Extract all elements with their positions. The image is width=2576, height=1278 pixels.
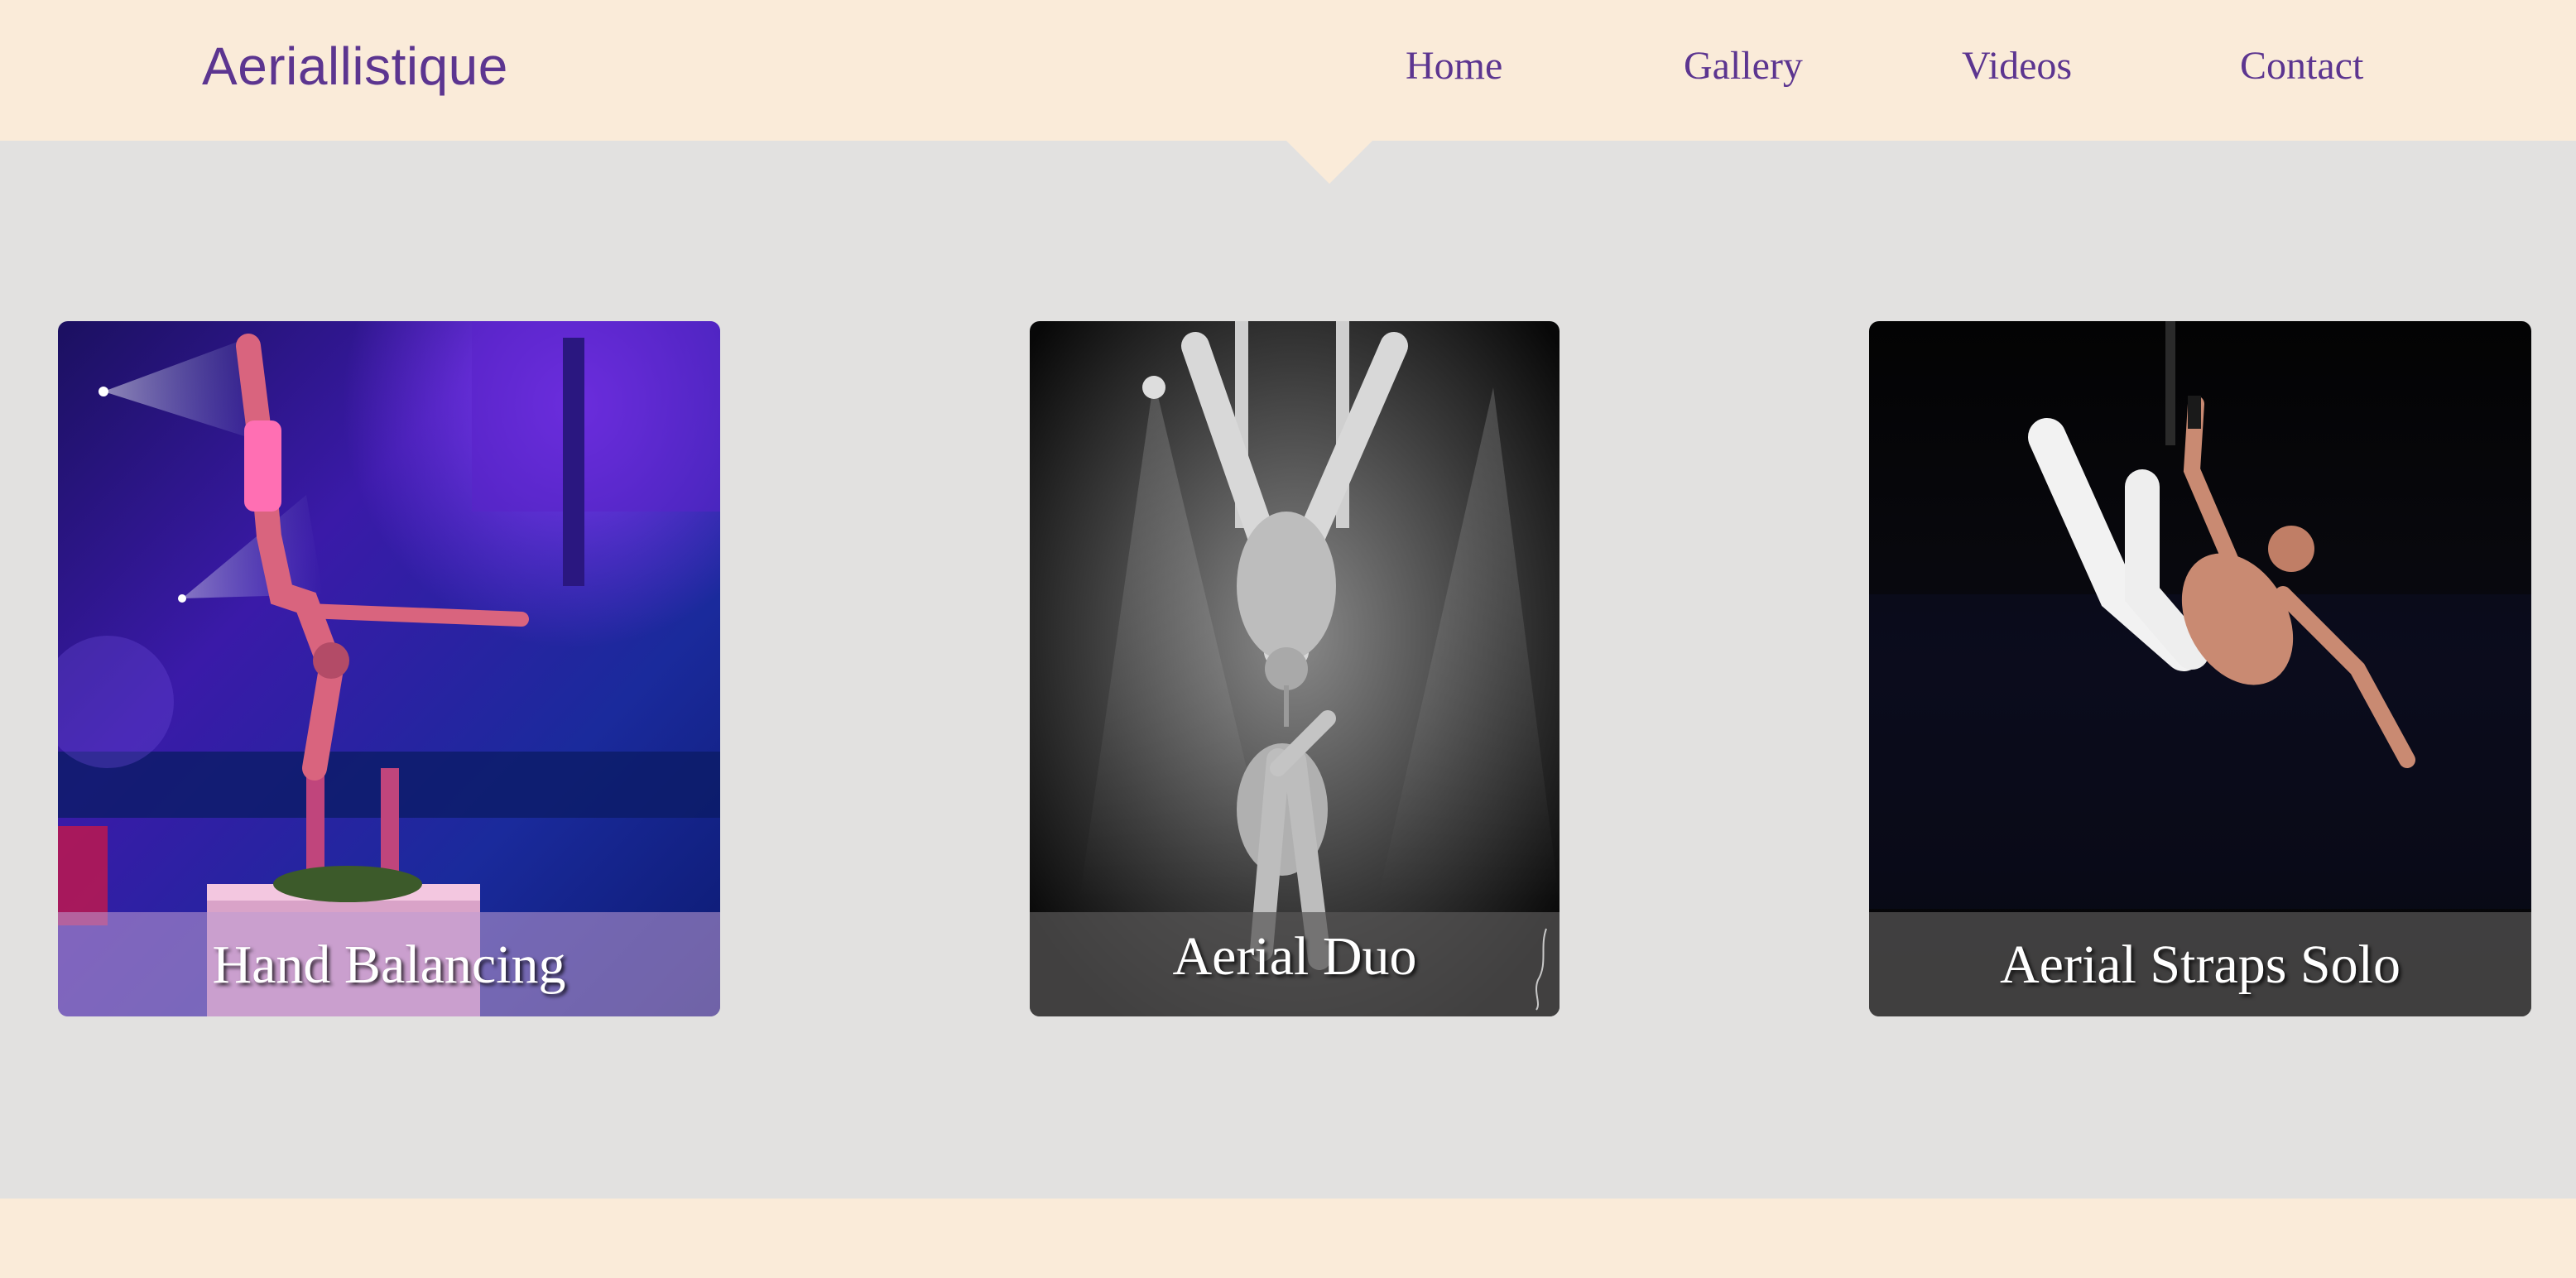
active-nav-pointer [1286,141,1372,184]
nav-link-home[interactable]: Home [1406,36,1502,96]
gallery-caption: Hand Balancing [212,934,566,995]
site-logo[interactable]: Aeriallistique [202,30,508,103]
gallery-caption: Aerial Duo [1172,926,1417,987]
gallery-card-hand-balancing[interactable]: Hand Balancing [58,321,720,1016]
photographer-signature [1536,928,1547,1011]
nav-link-contact[interactable]: Contact [2240,36,2363,96]
nav-link-videos[interactable]: Videos [1962,36,2072,96]
gallery-card-aerial-straps-solo[interactable]: Aerial Straps Solo [1869,321,2531,1016]
gallery-caption: Aerial Straps Solo [2000,934,2401,995]
site-footer [0,1199,2576,1278]
site-header: Aeriallistique Home Gallery Videos Conta… [0,0,2576,141]
gallery-card-aerial-duo[interactable]: Aerial Duo [1030,321,1560,1016]
nav-link-gallery[interactable]: Gallery [1684,36,1803,96]
